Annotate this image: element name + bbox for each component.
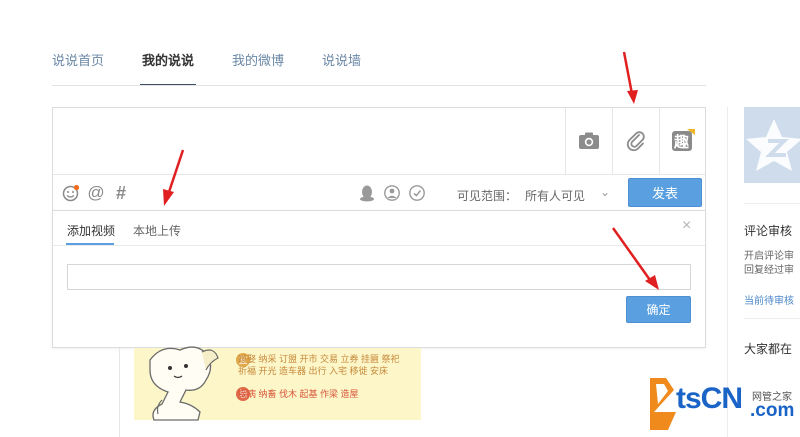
almanac-yi-line-2: 祈福 开光 造车器 出行 入宅 移徙 安床 xyxy=(238,366,389,376)
emoji-icon xyxy=(62,184,80,202)
camera-button[interactable] xyxy=(565,108,612,174)
sidebar-separator xyxy=(744,203,800,204)
tab-my-weibo[interactable]: 我的微博 xyxy=(232,52,284,86)
tabs-divider xyxy=(52,85,706,86)
sidebar-separator xyxy=(744,318,800,319)
add-video-panel: 添加视频 本地上传 × 确定 xyxy=(52,210,706,348)
panel-divider xyxy=(53,245,705,246)
feed-timeline-line xyxy=(119,348,120,437)
almanac-ji-line: 探病 纳畜 伐木 起基 作梁 造屋 xyxy=(238,389,359,399)
emoji-button[interactable] xyxy=(61,183,81,203)
review-title: 评论审核 xyxy=(744,224,793,238)
review-text-1: 开启评论审 xyxy=(744,251,794,262)
at-icon: @ xyxy=(87,183,105,202)
almanac-yi-line-1: 嫁娶 纳采 订盟 开市 交易 立券 挂匾 祭祀 xyxy=(238,354,400,364)
post-text-area[interactable] xyxy=(53,108,565,174)
review-pending-link[interactable]: 当前待审核 xyxy=(744,292,800,307)
tab-shuoshuo-home[interactable]: 说说首页 xyxy=(52,52,104,86)
brand-com-text: .com xyxy=(750,400,795,421)
tab-local-upload[interactable]: 本地上传 xyxy=(133,222,181,239)
composer-toolbar: @ # 可见范围： 所有人可见 ⌄ 发表 xyxy=(53,174,705,211)
qu-label: 趣 xyxy=(674,133,690,151)
qzone-star-icon xyxy=(744,107,800,183)
hashtag-icon: # xyxy=(115,182,126,203)
visibility-label: 可见范围： xyxy=(457,189,518,203)
at-button[interactable]: @ xyxy=(86,183,106,203)
avatar[interactable] xyxy=(744,107,800,183)
hashtag-button[interactable]: # xyxy=(111,183,131,203)
tab-add-video[interactable]: 添加视频 xyxy=(67,222,115,239)
review-text-2: 回复经过审 xyxy=(744,265,794,276)
confirm-button[interactable]: 确定 xyxy=(626,296,691,323)
qq-penguin-button[interactable] xyxy=(357,183,377,203)
bitscn-watermark: tsCN 网管之家 .com xyxy=(646,370,800,437)
tab-my-shuoshuo[interactable]: 我的说说 xyxy=(140,52,197,86)
timer-icon xyxy=(409,185,425,201)
close-icon[interactable]: × xyxy=(682,217,691,235)
everyone-title: 大家都在 xyxy=(744,342,793,356)
chevron-down-icon[interactable]: ⌄ xyxy=(600,185,610,199)
cartoon-figure-image xyxy=(149,346,219,421)
friend-icon xyxy=(384,185,400,201)
paperclip-icon xyxy=(626,131,645,152)
tab-shuoshuo-wall[interactable]: 说说墙 xyxy=(322,52,361,86)
top-strip xyxy=(0,0,800,6)
arrow-to-attach-icon xyxy=(622,51,638,104)
tab-bar: 说说首页 我的说说 我的微博 说说墙 xyxy=(52,52,399,86)
video-url-input[interactable] xyxy=(67,264,691,290)
camera-icon xyxy=(579,132,599,149)
qq-penguin-icon xyxy=(360,185,374,202)
timer-button[interactable] xyxy=(407,183,427,203)
friend-button[interactable] xyxy=(382,183,402,203)
attach-video-button[interactable] xyxy=(612,108,659,174)
post-composer: 趣 @ # 可见范围： 所有人可见 ⌄ 发表 xyxy=(52,107,706,211)
brand-main-text: tsCN xyxy=(676,382,743,415)
publish-button[interactable]: 发表 xyxy=(628,178,702,207)
visibility-select[interactable]: 所有人可见 xyxy=(525,187,585,204)
qu-button[interactable]: 趣 xyxy=(659,108,706,174)
